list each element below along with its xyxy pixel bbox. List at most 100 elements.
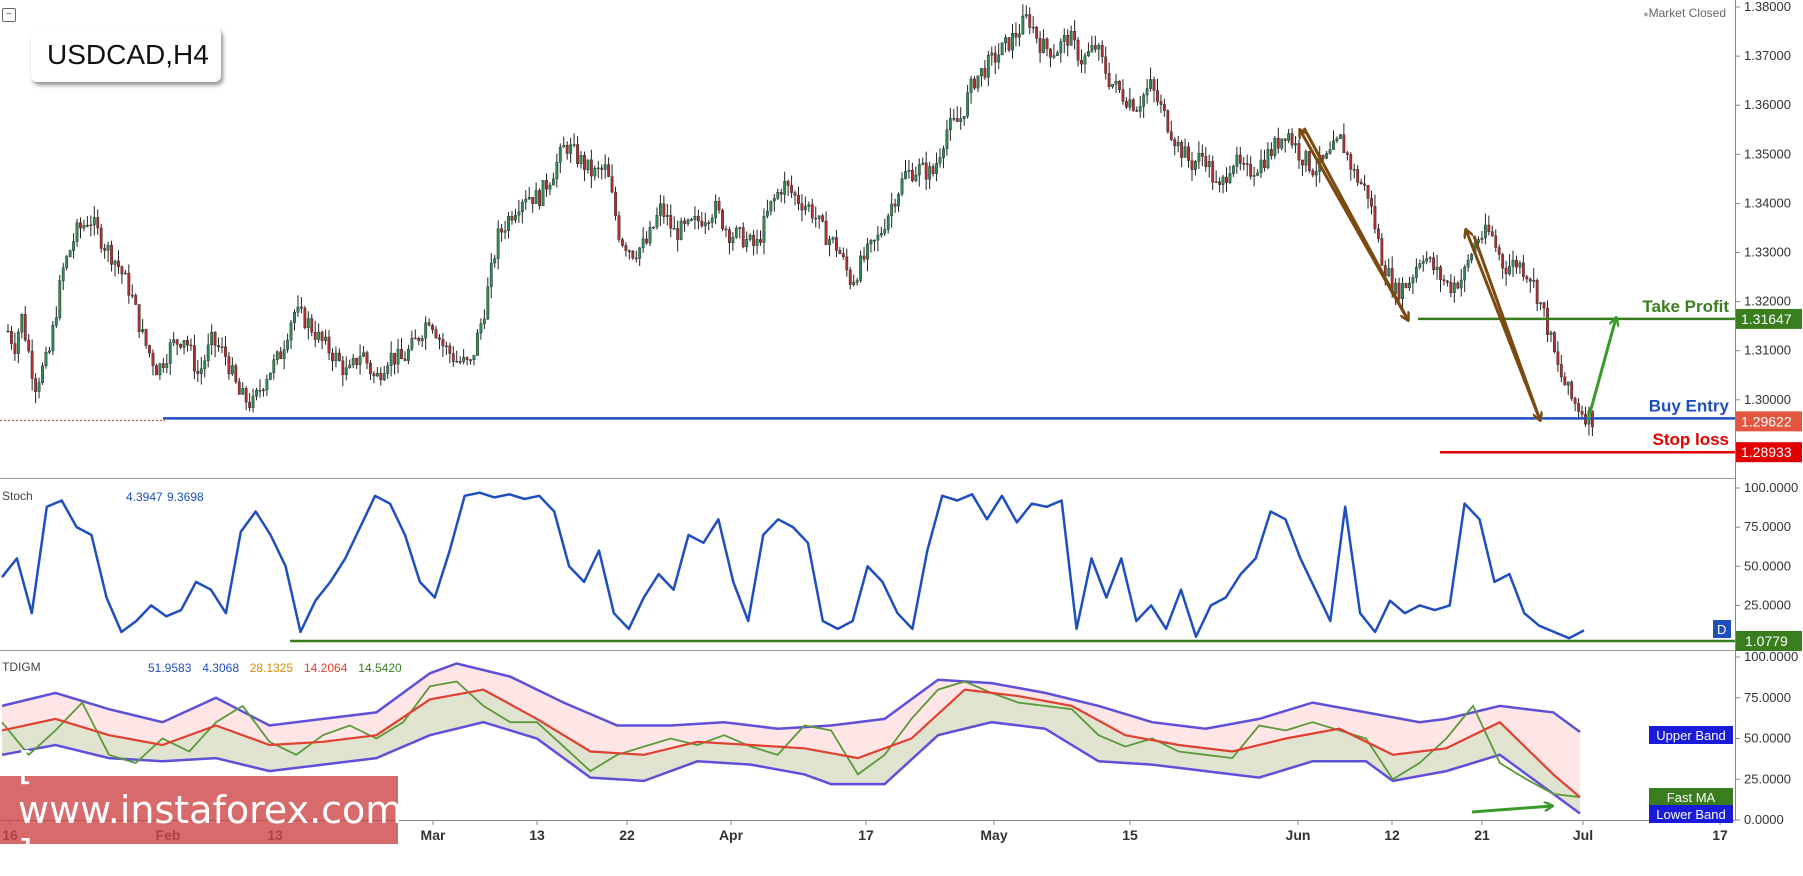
candle-body: [652, 226, 655, 229]
candle-body: [831, 237, 835, 240]
candle-body: [1111, 84, 1114, 87]
candle-body: [1387, 268, 1391, 277]
candle-body: [1511, 259, 1515, 267]
candle-body: [486, 286, 490, 320]
candle-body: [1515, 259, 1518, 268]
candle-body: [192, 345, 196, 372]
candle-body: [669, 214, 673, 229]
candle-body: [158, 363, 162, 376]
candle-body: [810, 204, 814, 219]
candle-body: [1332, 140, 1335, 150]
candle-body: [779, 192, 783, 195]
candle-body: [721, 209, 724, 230]
candle-body: [106, 244, 110, 251]
candle-body: [441, 339, 445, 347]
candle-body: [1425, 258, 1429, 262]
candle-body: [886, 215, 890, 230]
chart-canvas[interactable]: 1.38000 1.37000 1.36000 1.35000 1.34000 1.330…: [0, 0, 1803, 844]
candle-body: [659, 203, 662, 216]
candle-body: [1570, 381, 1574, 399]
candle-body: [175, 339, 179, 345]
candle-body: [289, 322, 293, 341]
candle-body: [876, 234, 880, 241]
price-tick-label: 1.33000: [1744, 245, 1791, 260]
candle-body: [1532, 279, 1536, 282]
candle-body: [268, 372, 272, 380]
candle-body: [900, 178, 904, 195]
stoch-k-value: 4.3947: [126, 490, 163, 504]
candle-body: [1542, 302, 1546, 309]
candle-body: [904, 171, 907, 179]
candle-body: [1156, 90, 1159, 102]
candle-body: [596, 167, 600, 170]
candle-body: [182, 340, 186, 348]
candle-body: [161, 363, 165, 368]
candle-body: [990, 52, 994, 56]
candle-body: [382, 373, 386, 381]
take-profit-label: Take Profit: [1642, 297, 1729, 316]
candle-body: [997, 54, 1001, 63]
candle-body: [593, 167, 597, 177]
candle-body: [1394, 282, 1398, 294]
candle-body: [1314, 171, 1318, 176]
candle-body: [255, 389, 258, 397]
candle-body: [1194, 161, 1197, 170]
candle-body: [1287, 133, 1291, 141]
candle-body: [907, 170, 911, 172]
price-tick-label: 1.31000: [1744, 343, 1791, 358]
candle-body: [144, 329, 148, 346]
time-tick-label: 13: [529, 827, 545, 843]
candle-body: [1031, 26, 1035, 29]
candle-body: [1459, 279, 1463, 289]
candle-body: [96, 217, 100, 229]
candle-body: [1162, 104, 1166, 111]
candle-body: [731, 236, 735, 244]
candle-body: [617, 215, 621, 240]
candle-body: [141, 329, 145, 332]
candle-body: [6, 330, 10, 333]
candle-body: [1011, 33, 1014, 51]
candle-body: [1504, 267, 1508, 275]
price-tick-label: 1.35000: [1744, 146, 1791, 161]
candle-body: [341, 360, 345, 376]
candle-body: [1145, 88, 1149, 96]
candle-body: [838, 250, 842, 254]
candle-body: [165, 363, 169, 368]
candle-body: [1546, 307, 1549, 335]
candle-body: [313, 332, 317, 340]
candle-body: [1452, 282, 1456, 293]
candle-body: [551, 178, 555, 186]
time-tick-label: 17: [858, 827, 874, 843]
candle-body: [1076, 39, 1080, 61]
candle-body: [627, 250, 631, 252]
candle-body: [631, 250, 635, 259]
candle-body: [841, 253, 845, 258]
price-tick-label: 1.36000: [1744, 97, 1791, 112]
candle-body: [1463, 267, 1467, 281]
candle-body: [693, 215, 697, 220]
candle-body: [37, 382, 41, 392]
candle-body: [172, 339, 176, 344]
candle-body: [103, 248, 107, 251]
candle-body: [1197, 152, 1201, 162]
candle-body: [431, 325, 434, 330]
candle-body: [655, 215, 659, 228]
candle-body: [1328, 149, 1332, 154]
candle-body: [1128, 99, 1132, 108]
time-tick-label: 12: [1384, 827, 1400, 843]
candle-body: [1035, 26, 1039, 39]
candle-body: [203, 360, 207, 369]
candle-body: [1093, 45, 1097, 50]
candle-body: [1124, 101, 1128, 108]
candle-body: [1131, 99, 1135, 111]
tdi-value: 14.2064: [304, 661, 348, 675]
candle-body: [317, 331, 321, 340]
candle-body: [196, 370, 200, 374]
candle-body: [227, 356, 231, 375]
candle-body: [296, 306, 300, 313]
candle-body: [300, 306, 303, 309]
candle-body: [279, 351, 283, 359]
candle-body: [248, 401, 252, 408]
time-tick-label: Jun: [1286, 827, 1311, 843]
candle-body: [538, 190, 541, 207]
